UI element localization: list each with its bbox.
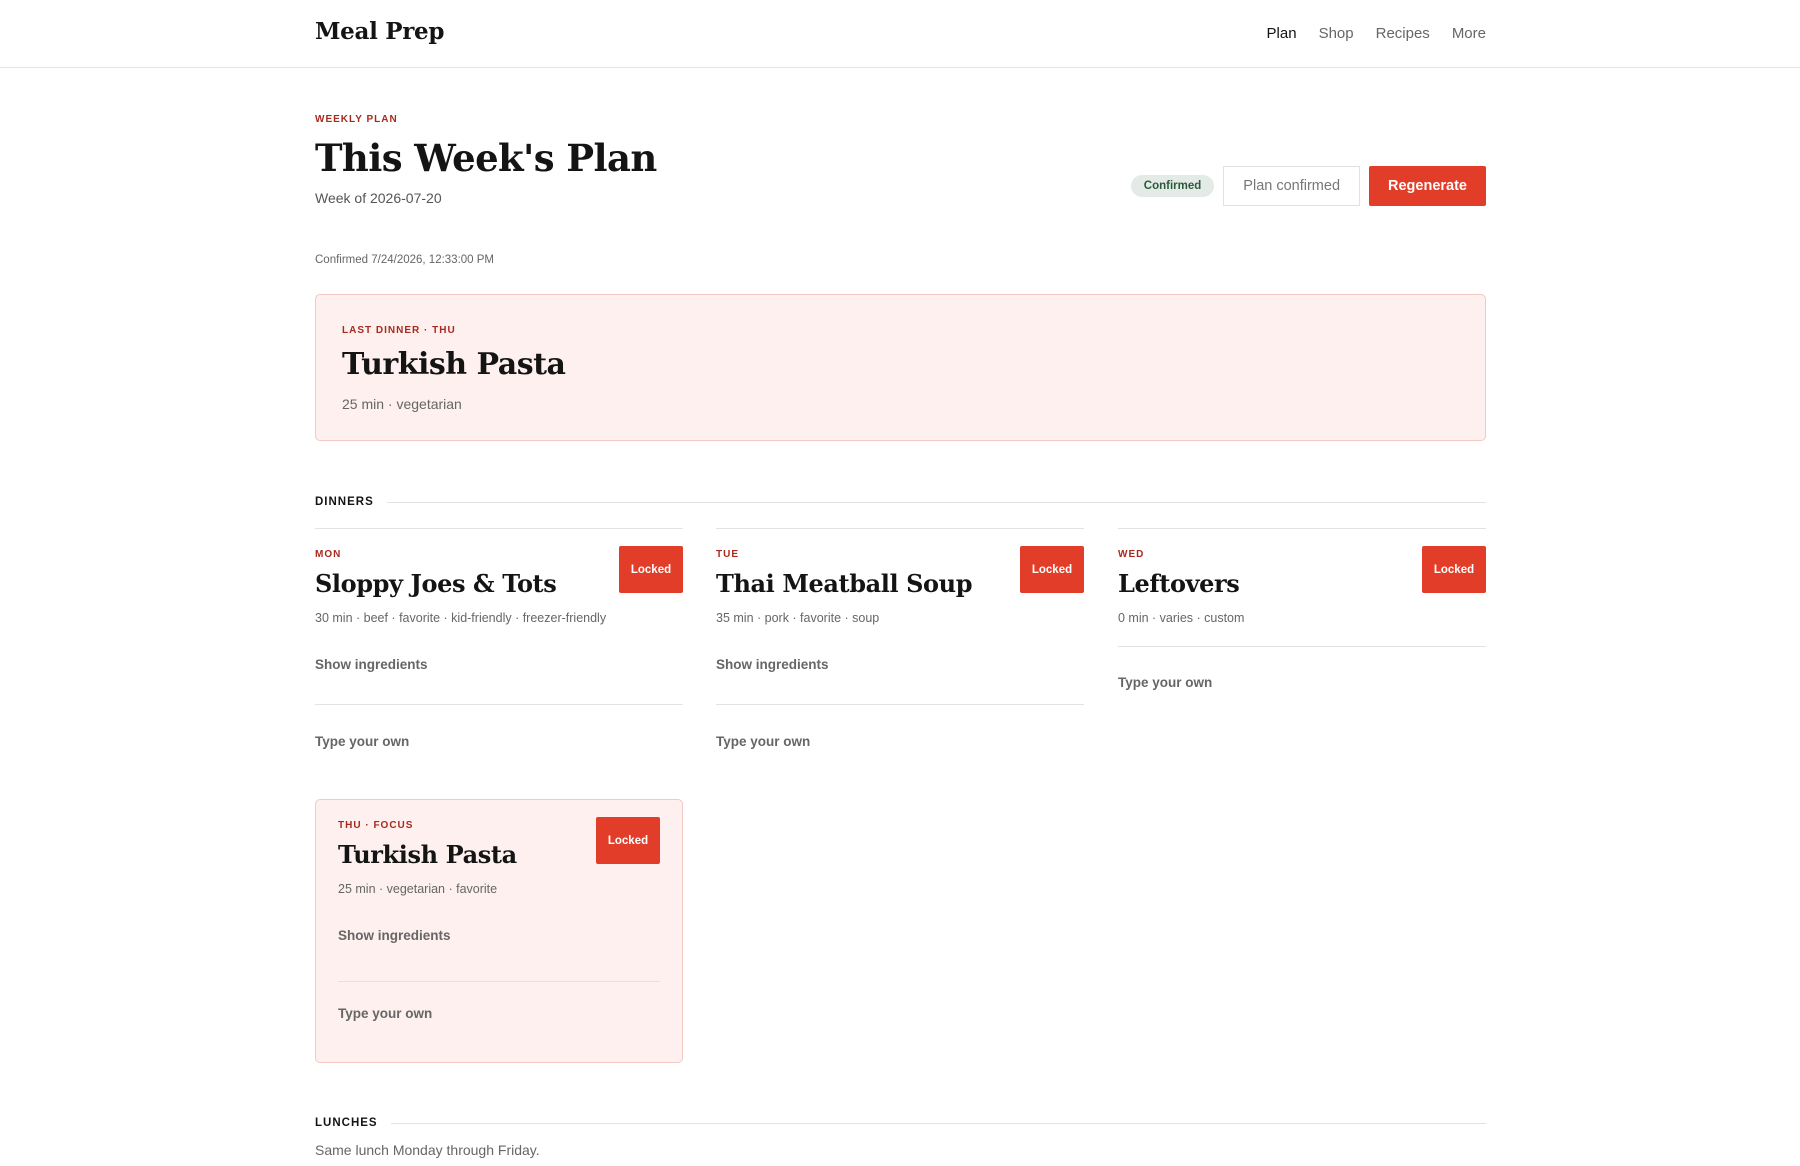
type-your-own-link[interactable]: Type your own [338,1006,432,1021]
section-divider [390,1122,1486,1124]
last-dinner-name: Turkish Pasta [342,347,566,382]
type-your-own-link[interactable]: Type your own [1118,675,1212,690]
last-dinner-meta: 25 min · vegetarian [342,396,462,412]
card-divider [1118,646,1486,647]
lunches-section-header: LUNCHES [315,1117,1486,1129]
last-dinner-card: LAST DINNER · THU Turkish Pasta 25 min ·… [315,294,1486,441]
plan-confirmed-button[interactable]: Plan confirmed [1223,166,1361,206]
nav-shop[interactable]: Shop [1319,25,1354,42]
type-your-own-link[interactable]: Type your own [315,734,409,749]
dinner-card-thu-focus: THU · FOCUS Turkish Pasta 25 min · veget… [315,799,683,1063]
page-eyebrow: WEEKLY PLAN [315,114,398,125]
dinners-section-header: DINNERS [315,496,1486,508]
page-title: This Week's Plan [315,136,657,180]
section-divider [386,501,1486,503]
nav-plan[interactable]: Plan [1267,25,1297,42]
status-badge: Confirmed [1130,175,1215,197]
card-divider [338,981,660,982]
dinner-meta: 25 min · vegetarian · favorite [338,882,498,896]
locked-button[interactable]: Locked [596,817,660,864]
dinner-meta: 35 min · pork · favorite · soup [716,611,880,625]
locked-button[interactable]: Locked [1422,546,1486,593]
dinner-meta: 0 min · varies · custom [1118,611,1245,625]
nav-more[interactable]: More [1452,25,1486,42]
dinner-name: Leftovers [1118,569,1240,598]
dinner-card-wed: WED Leftovers 0 min · varies · custom Lo… [1118,528,1486,698]
brand-logo[interactable]: Meal Prep [315,18,444,45]
locked-button[interactable]: Locked [1020,546,1084,593]
card-divider [315,704,683,705]
show-ingredients-link[interactable]: Show ingredients [716,657,829,672]
dinner-name: Sloppy Joes & Tots [315,569,557,598]
dinner-day: TUE [716,549,739,560]
locked-button[interactable]: Locked [619,546,683,593]
dinner-card-tue: TUE Thai Meatball Soup 35 min · pork · f… [716,528,1084,758]
top-bar: Meal Prep Plan Shop Recipes More [0,0,1800,68]
dinner-day: WED [1118,549,1145,560]
card-divider [716,704,1084,705]
dinners-section-label: DINNERS [315,496,374,508]
dinner-card-mon: MON Sloppy Joes & Tots 30 min · beef · f… [315,528,683,758]
lunches-section-label: LUNCHES [315,1117,378,1129]
show-ingredients-link[interactable]: Show ingredients [315,657,428,672]
dinner-day: MON [315,549,342,560]
lunches-note: Same lunch Monday through Friday. [315,1142,540,1158]
page-subtitle: Week of 2026-07-20 [315,190,442,206]
dinner-meta: 30 min · beef · favorite · kid-friendly … [315,611,607,625]
dinner-day: THU · FOCUS [338,820,414,831]
last-dinner-eyebrow: LAST DINNER · THU [342,325,456,336]
regenerate-button[interactable]: Regenerate [1369,166,1486,206]
nav-recipes[interactable]: Recipes [1376,25,1430,42]
dinner-name: Thai Meatball Soup [716,569,973,598]
confirmed-timestamp: Confirmed 7/24/2026, 12:33:00 PM [315,254,495,266]
plan-actions: Confirmed Plan confirmed Regenerate [1130,166,1486,206]
show-ingredients-link[interactable]: Show ingredients [338,928,451,943]
type-your-own-link[interactable]: Type your own [716,734,810,749]
main-nav: Plan Shop Recipes More [1267,25,1486,42]
dinner-name: Turkish Pasta [338,840,517,869]
